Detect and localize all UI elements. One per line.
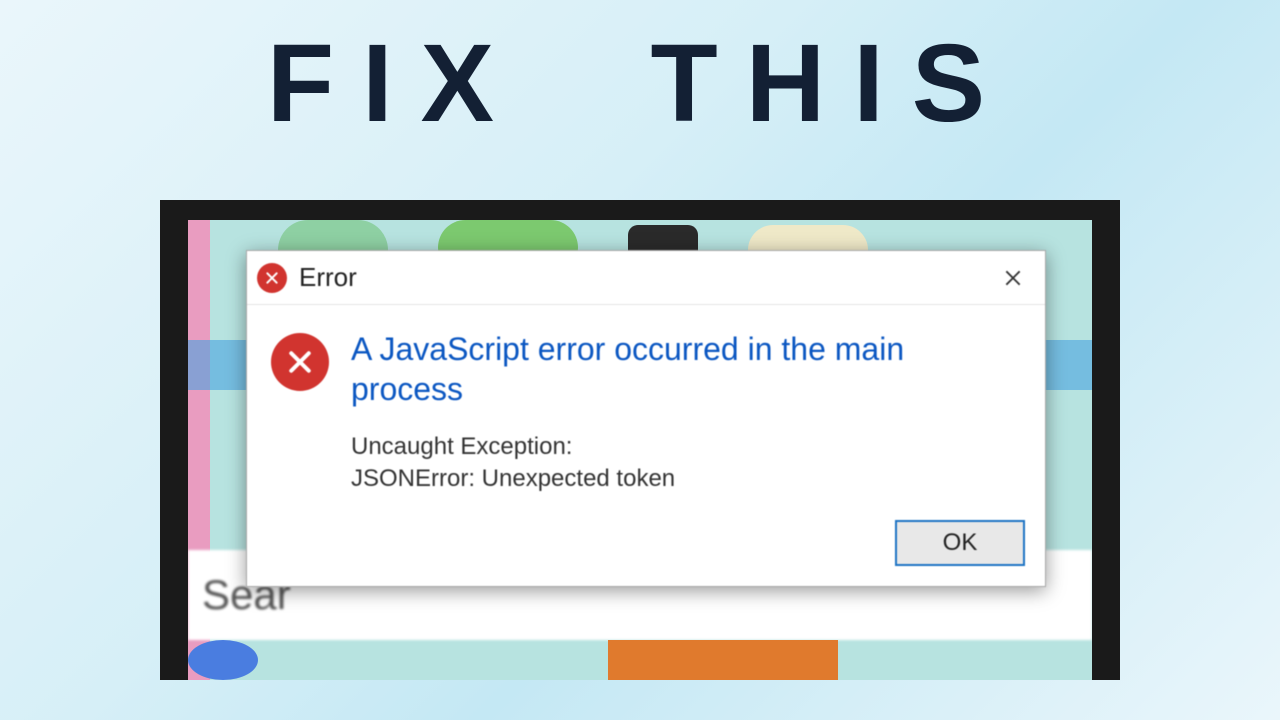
error-heading: A JavaScript error occurred in the main … bbox=[351, 329, 1021, 409]
dialog-title: Error bbox=[299, 262, 357, 293]
dialog-body: A JavaScript error occurred in the main … bbox=[247, 305, 1045, 510]
dialog-titlebar: Error bbox=[247, 251, 1045, 305]
thumbnail-headline: FIX THIS bbox=[0, 20, 1280, 147]
bg-decor bbox=[608, 640, 838, 680]
error-dialog: Error A JavaScript error occurred in the… bbox=[246, 250, 1046, 587]
error-icon bbox=[257, 263, 287, 293]
ok-button[interactable]: OK bbox=[895, 520, 1025, 566]
error-detail: Uncaught Exception: JSONError: Unexpecte… bbox=[351, 431, 1021, 496]
close-button[interactable] bbox=[991, 256, 1035, 300]
dialog-button-row: OK bbox=[247, 510, 1045, 586]
screenshot-frame: Sear Error A JavaScript error occurred bbox=[160, 200, 1120, 680]
error-icon bbox=[271, 333, 329, 391]
bg-decor bbox=[188, 640, 258, 680]
screenshot-background: Sear Error A JavaScript error occurred bbox=[188, 220, 1092, 680]
